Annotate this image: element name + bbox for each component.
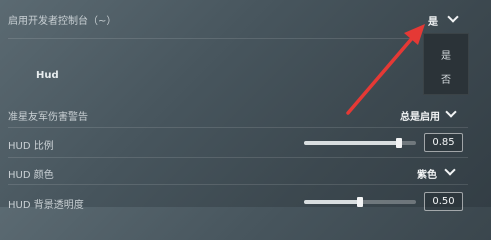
chevron-down-icon [447, 11, 459, 23]
friendly-fire-row: 准星友军伤害警告 总是启用 [0, 100, 491, 128]
hud-scale-row: HUD 比例 0.85 [0, 131, 491, 155]
dev-console-row: 启用开发者控制台（~） 是 [0, 0, 491, 40]
divider [8, 127, 468, 128]
hud-color-select[interactable]: 紫色 [412, 163, 460, 181]
hud-bg-opacity-slider[interactable] [304, 197, 416, 207]
hud-color-row: HUD 颜色 紫色 [0, 160, 491, 184]
divider [8, 157, 468, 158]
section-title-hud: Hud [36, 70, 59, 81]
dev-console-select[interactable]: 是 [420, 10, 460, 28]
slider-thumb[interactable] [396, 138, 402, 148]
hud-scale-input[interactable]: 0.85 [424, 133, 463, 152]
slider-thumb[interactable] [357, 197, 363, 207]
hud-color-label: HUD 颜色 [8, 170, 54, 181]
friendly-fire-label: 准星友军伤害警告 [8, 112, 88, 123]
friendly-fire-select[interactable]: 总是启用 [395, 105, 461, 123]
dev-console-label: 启用开发者控制台（~） [8, 16, 117, 27]
dev-console-value: 是 [428, 17, 438, 28]
friendly-fire-value: 总是启用 [400, 112, 440, 123]
hud-bg-opacity-input[interactable]: 0.50 [424, 192, 463, 211]
divider [8, 38, 420, 39]
hud-bg-opacity-row: HUD 背景透明度 0.50 [0, 188, 491, 211]
chevron-down-icon [445, 106, 457, 118]
slider-fill [304, 141, 399, 145]
dropdown-option-yes[interactable]: 是 [424, 47, 468, 62]
slider-fill [304, 200, 360, 204]
hud-bg-opacity-label: HUD 背景透明度 [8, 200, 84, 211]
hud-scale-slider[interactable] [304, 138, 416, 148]
chevron-down-icon [444, 164, 456, 176]
divider [8, 184, 468, 185]
hud-scale-label: HUD 比例 [8, 141, 54, 152]
dev-console-dropdown: 是 否 [423, 33, 469, 95]
hud-color-value: 紫色 [417, 170, 437, 181]
dropdown-option-no[interactable]: 否 [424, 71, 468, 86]
